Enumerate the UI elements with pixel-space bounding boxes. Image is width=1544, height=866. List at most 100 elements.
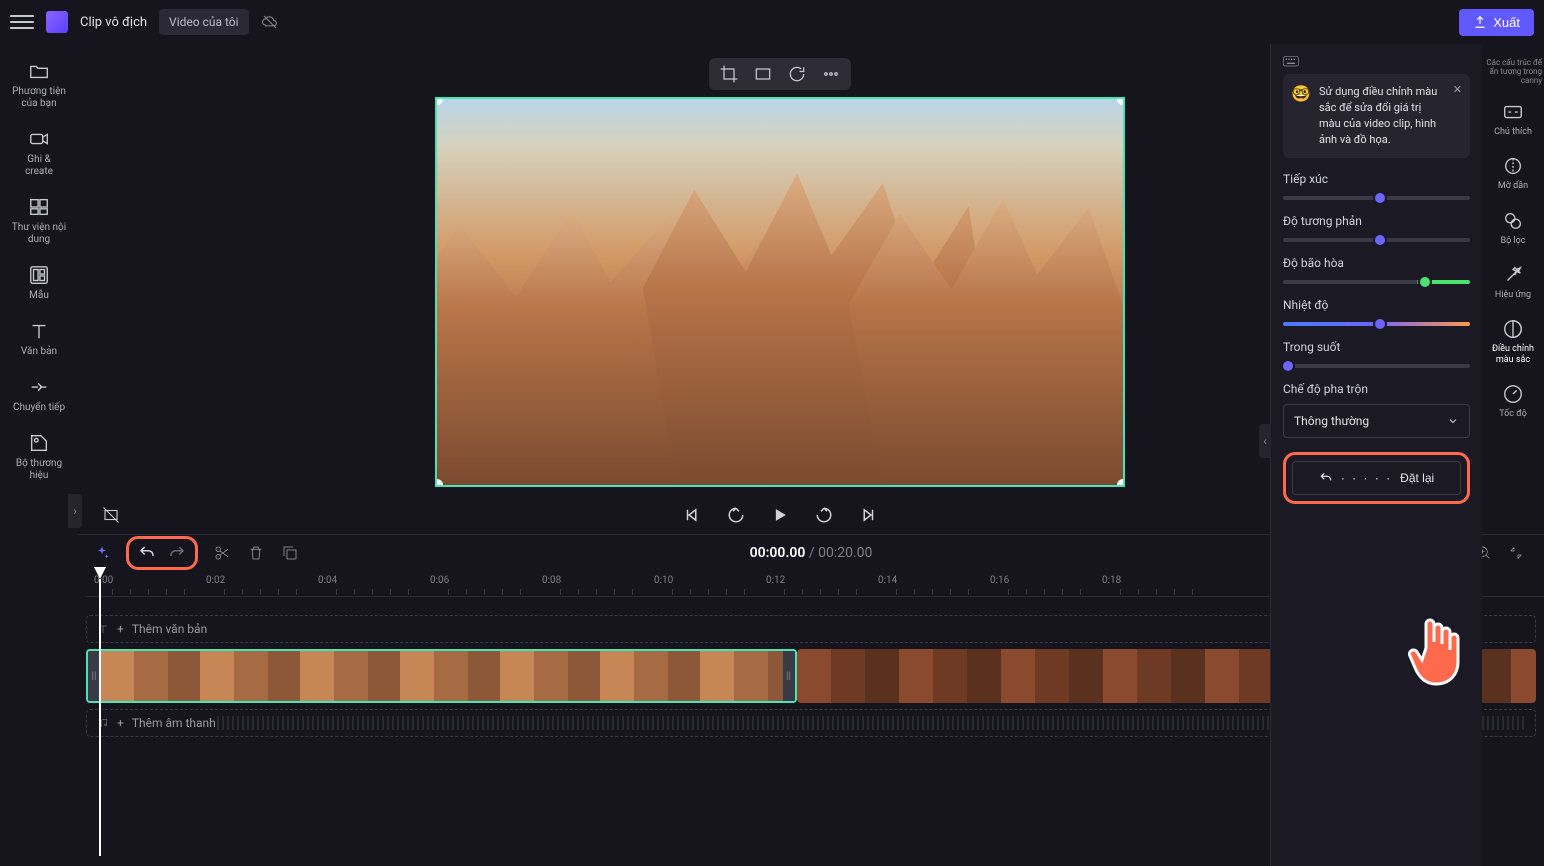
sidebar-item-filters[interactable]: Bộ lọc [1484, 204, 1542, 252]
sidebar-item-library[interactable]: Thư viện nội dung [5, 190, 73, 252]
saturation-slider[interactable] [1283, 280, 1470, 284]
fit-timeline-button[interactable] [1506, 543, 1526, 563]
exposure-slider[interactable] [1283, 196, 1470, 200]
exposure-label: Tiếp xúc [1283, 172, 1470, 186]
sidebar-item-brand[interactable]: Bộ thương hiệu [5, 426, 73, 488]
sidebar-item-media[interactable]: Phương tiện của bạn [5, 54, 73, 116]
nav-label: Chuyển tiếp [13, 402, 65, 413]
fit-button[interactable] [753, 64, 773, 84]
tip-box: 🤓 ✕ Sử dụng điều chỉnh màu sắc để sửa đổ… [1283, 74, 1470, 158]
tip-emoji-icon: 🤓 [1291, 82, 1311, 105]
sidebar-item-effects[interactable]: Hiệu ứng [1484, 258, 1542, 306]
safe-zone-button[interactable] [102, 506, 120, 524]
camera-icon [28, 128, 50, 150]
structure-hint: Các cấu trúc để ẩn tượng trong canny [1482, 54, 1544, 89]
undo-redo-highlight [126, 536, 198, 570]
collapse-icon [1508, 545, 1524, 561]
skip-forward-icon [859, 506, 877, 524]
menu-button[interactable] [10, 10, 34, 34]
ai-button[interactable] [92, 543, 112, 563]
rewind-icon [727, 506, 745, 524]
add-text-label: Thêm văn bản [132, 622, 207, 636]
tab-my-videos[interactable]: Video của tôi [159, 9, 248, 35]
library-icon [28, 196, 50, 218]
next-frame-button[interactable] [857, 504, 879, 526]
ruler-tick: 0:08 [542, 575, 561, 586]
delete-button[interactable] [246, 543, 266, 563]
preview-toolbar [709, 58, 851, 90]
scissors-icon [213, 544, 231, 562]
reset-label: Đặt lại [1400, 471, 1434, 485]
brand-icon [28, 432, 50, 454]
effects-icon [1502, 264, 1524, 286]
slider-thumb[interactable] [1373, 233, 1387, 247]
cloud-sync-icon [261, 13, 279, 31]
timecode: 00:00.00 / 00:20.00 [750, 545, 873, 561]
opacity-slider[interactable] [1283, 364, 1470, 368]
play-button[interactable] [769, 504, 791, 526]
undo-button[interactable] [137, 543, 157, 563]
nav-label: Ghi & create [25, 154, 53, 177]
saturation-label: Độ bão hòa [1283, 256, 1470, 270]
temperature-slider[interactable] [1283, 322, 1470, 326]
ruler-tick: 0:04 [318, 575, 337, 586]
speed-icon [1502, 383, 1524, 405]
folder-icon [28, 60, 50, 82]
project-title[interactable]: Clip vô địch [80, 15, 147, 30]
forward-icon [815, 506, 833, 524]
blend-mode-label: Chế độ pha trộn [1283, 382, 1470, 396]
nav-label: Phương tiện của bạn [12, 86, 66, 109]
sidebar-item-speed[interactable]: Tốc độ [1484, 377, 1542, 425]
contrast-slider[interactable] [1283, 238, 1470, 242]
clip-grip-right[interactable]: || [783, 651, 795, 701]
slider-thumb[interactable] [1373, 191, 1387, 205]
split-button[interactable] [212, 543, 232, 563]
undo-icon [138, 544, 156, 562]
template-icon [28, 264, 50, 286]
close-tip-button[interactable]: ✕ [1453, 82, 1462, 98]
redo-button[interactable] [167, 543, 187, 563]
forward-button[interactable] [813, 504, 835, 526]
nav-label: Văn bản [21, 346, 57, 357]
sidebar-item-text[interactable]: Văn bản [5, 314, 73, 364]
transition-icon [28, 376, 50, 398]
sidebar-item-record[interactable]: Ghi & create [5, 122, 73, 184]
project-icon [46, 11, 68, 33]
sidebar-item-fade[interactable]: Mờ dần [1484, 149, 1542, 197]
opacity-label: Trong suốt [1283, 340, 1470, 354]
rewind-button[interactable] [725, 504, 747, 526]
collapse-panel-button[interactable]: ‹ [1259, 424, 1271, 458]
slider-thumb[interactable] [1373, 317, 1387, 331]
duplicate-button[interactable] [280, 543, 300, 563]
contrast-label: Độ tương phản [1283, 214, 1470, 228]
sidebar-item-transitions[interactable]: Chuyển tiếp [5, 370, 73, 420]
export-button[interactable]: Xuất [1459, 9, 1534, 36]
prev-frame-button[interactable] [681, 504, 703, 526]
blend-mode-dropdown[interactable]: Thông thường [1283, 404, 1470, 438]
nav-label: Điều chỉnh màu sắc [1492, 344, 1534, 364]
resize-handle[interactable] [1117, 479, 1125, 487]
frame-icon [102, 506, 120, 524]
tip-text: Sử dụng điều chỉnh màu sắc để sửa đổi gi… [1319, 85, 1437, 146]
blend-mode-value: Thông thường [1294, 414, 1369, 428]
text-icon [28, 320, 50, 342]
reset-button[interactable]: · · · · · Đặt lại [1292, 461, 1461, 495]
more-button[interactable] [821, 64, 841, 84]
trash-icon [247, 544, 265, 562]
sidebar-item-captions[interactable]: Chú thích [1484, 95, 1542, 143]
nav-label: Hiệu ứng [1495, 290, 1531, 300]
slider-thumb[interactable] [1418, 275, 1432, 289]
nav-label: Bộ lọc [1500, 236, 1525, 246]
rotate-button[interactable] [787, 64, 807, 84]
preview-canvas[interactable] [435, 97, 1125, 487]
sidebar-item-color-adjust[interactable]: Điều chỉnh màu sắc [1484, 312, 1542, 371]
nav-label: Thư viện nội dung [12, 222, 66, 245]
crop-button[interactable] [719, 64, 739, 84]
sidebar-item-templates[interactable]: Mẫu [5, 258, 73, 308]
ruler-tick: 0:06 [430, 575, 449, 586]
ruler-tick: 0:00 [94, 575, 113, 586]
keyboard-icon[interactable] [1283, 56, 1299, 68]
slider-thumb[interactable] [1281, 359, 1295, 373]
ruler-tick: 0:10 [654, 575, 673, 586]
video-clip-selected[interactable]: |||| [86, 649, 797, 703]
